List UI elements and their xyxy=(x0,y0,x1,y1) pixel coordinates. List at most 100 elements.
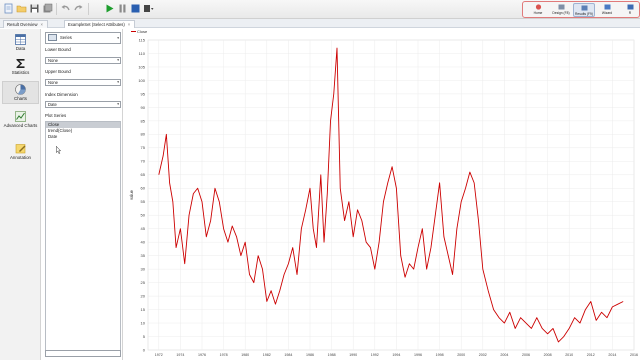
x-tick-label: 1994 xyxy=(392,353,400,357)
sidebar-item-label: Advanced Charts xyxy=(3,123,38,128)
x-tick-label: 1980 xyxy=(241,353,249,357)
perspective-wizard[interactable]: Wizard xyxy=(596,3,618,17)
stop-icon[interactable] xyxy=(130,3,141,14)
y-tick-label: 45 xyxy=(141,226,146,231)
tab-label: ExampleSet (Select Attributes) xyxy=(68,22,125,27)
perspective-label: Results (F9) xyxy=(575,12,593,16)
tab-label: Result Overview xyxy=(7,22,38,27)
x-tick-label: 2016 xyxy=(630,353,638,357)
table-icon xyxy=(15,34,26,45)
y-tick-label: 85 xyxy=(141,118,146,123)
x-tick-label: 2014 xyxy=(608,353,616,357)
perspective-home[interactable]: Home xyxy=(527,3,549,17)
annotation-icon xyxy=(15,144,26,154)
sidebar-item-annotation[interactable]: Annotation xyxy=(2,141,39,163)
x-tick-label: 1996 xyxy=(414,353,422,357)
x-tick-label: 1986 xyxy=(306,353,314,357)
y-tick-label: 65 xyxy=(141,172,146,177)
close-icon[interactable]: × xyxy=(40,22,42,27)
perspective-design[interactable]: Design (F8) xyxy=(550,3,572,17)
plot-series-list[interactable]: Close trend(Close) Date xyxy=(45,121,121,354)
chevron-down-icon: ▾ xyxy=(117,58,119,62)
pause-icon[interactable] xyxy=(117,3,128,14)
index-dimension-label: Index Dimension xyxy=(45,92,78,97)
plot-frame xyxy=(147,39,635,351)
sidebar-item-statistics[interactable]: Statistics xyxy=(2,56,39,78)
y-tick-label: 25 xyxy=(141,280,146,285)
y-tick-label: 115 xyxy=(139,37,146,42)
x-tick-label: 1988 xyxy=(328,353,336,357)
y-tick-label: 10 xyxy=(141,320,146,325)
more-icon[interactable] xyxy=(143,3,154,14)
y-tick-label: 20 xyxy=(141,293,146,298)
x-tick-label: 1972 xyxy=(155,353,163,357)
design-icon xyxy=(558,4,564,10)
results-tab-bar: Result Overview × ExampleSet (Select Attr… xyxy=(0,19,640,28)
sidebar-item-charts[interactable]: Charts xyxy=(2,81,39,104)
undo-icon[interactable] xyxy=(60,3,71,14)
close-icon[interactable]: × xyxy=(128,22,130,27)
chart-area: Close 0 5 10 15 20 25 30 35 40 45 50 55 60 65 70 75 80 85… xyxy=(124,29,640,360)
x-tick-label: 1990 xyxy=(349,353,357,357)
sidebar-item-data[interactable]: Data xyxy=(2,32,39,54)
y-tick-label: 35 xyxy=(141,253,146,258)
x-tick-label: 2008 xyxy=(544,353,552,357)
y-tick-label: 50 xyxy=(141,213,146,218)
main-toolbar: Home Design (F8) Results (F9) Wizard R xyxy=(0,0,640,19)
chart-icon xyxy=(15,84,26,95)
lower-bound-label: Lower Bound xyxy=(45,47,71,52)
perspective-results[interactable]: Results (F9) xyxy=(573,3,595,17)
y-tick-label: 75 xyxy=(141,145,146,150)
save-icon[interactable] xyxy=(29,3,40,14)
chevron-down-icon: ▾ xyxy=(117,102,119,106)
perspective-label: R xyxy=(628,11,632,15)
chevron-down-icon: ▾ xyxy=(117,36,119,40)
plot-type-value: Series xyxy=(60,35,72,40)
y-tick-label: 90 xyxy=(141,105,146,110)
y-tick-label: 15 xyxy=(141,307,146,312)
toolbar-divider xyxy=(56,3,57,15)
x-tick-label: 1992 xyxy=(371,353,379,357)
y-tick-label: 100 xyxy=(138,78,145,83)
y-tick-label: 60 xyxy=(141,186,146,191)
chevron-down-icon: ▾ xyxy=(117,80,119,84)
tab-exampleset[interactable]: ExampleSet (Select Attributes) × xyxy=(64,20,136,28)
config-bottom-field[interactable] xyxy=(45,350,121,357)
y-tick-label: 110 xyxy=(139,51,146,56)
line-chart: 0 5 10 15 20 25 30 35 40 45 50 55 60 65 70 75 80 85 90 95 10… xyxy=(129,37,638,357)
sidebar-item-label: Charts xyxy=(14,96,27,101)
lower-bound-select[interactable]: None ▾ xyxy=(45,57,121,64)
advanced-chart-icon xyxy=(15,111,26,122)
x-tick-label: 2010 xyxy=(565,353,573,357)
y-tick-label: 55 xyxy=(141,199,146,204)
new-process-icon[interactable] xyxy=(3,3,14,14)
home-icon xyxy=(535,4,541,10)
view-sidebar: Data Statistics Charts Advanced Charts A… xyxy=(0,29,41,360)
y-tick-label: 0 xyxy=(143,347,146,352)
save-as-icon[interactable] xyxy=(42,3,53,14)
run-icon[interactable] xyxy=(104,3,115,14)
x-tick-label: 1976 xyxy=(198,353,206,357)
index-dimension-value: Date xyxy=(48,102,57,107)
x-tick-label: 1978 xyxy=(220,353,228,357)
lower-bound-value: None xyxy=(48,58,59,63)
sidebar-item-advanced-charts[interactable]: Advanced Charts xyxy=(2,109,39,137)
redo-icon[interactable] xyxy=(73,3,84,14)
open-folder-icon[interactable] xyxy=(16,3,27,14)
perspective-r[interactable]: R xyxy=(619,3,640,17)
chart-config-panel: Series ▾ Lower Bound None ▾ Upper Bound … xyxy=(42,29,123,360)
upper-bound-select[interactable]: None ▾ xyxy=(45,79,121,86)
r-icon xyxy=(627,4,633,10)
tab-result-overview[interactable]: Result Overview × xyxy=(3,20,48,28)
y-tick-label: 80 xyxy=(141,132,146,137)
y-tick-label: 40 xyxy=(141,240,146,245)
plot-type-select[interactable]: Series ▾ xyxy=(45,32,121,44)
list-item[interactable]: Date xyxy=(46,134,120,140)
x-tick-label: 1984 xyxy=(284,353,292,357)
series-chart-icon xyxy=(48,34,57,41)
index-dimension-select[interactable]: Date ▾ xyxy=(45,101,121,108)
perspective-label: Wizard xyxy=(601,11,613,15)
perspective-label: Home xyxy=(533,11,543,15)
sidebar-item-label: Data xyxy=(15,46,26,51)
upper-bound-value: None xyxy=(48,80,59,85)
